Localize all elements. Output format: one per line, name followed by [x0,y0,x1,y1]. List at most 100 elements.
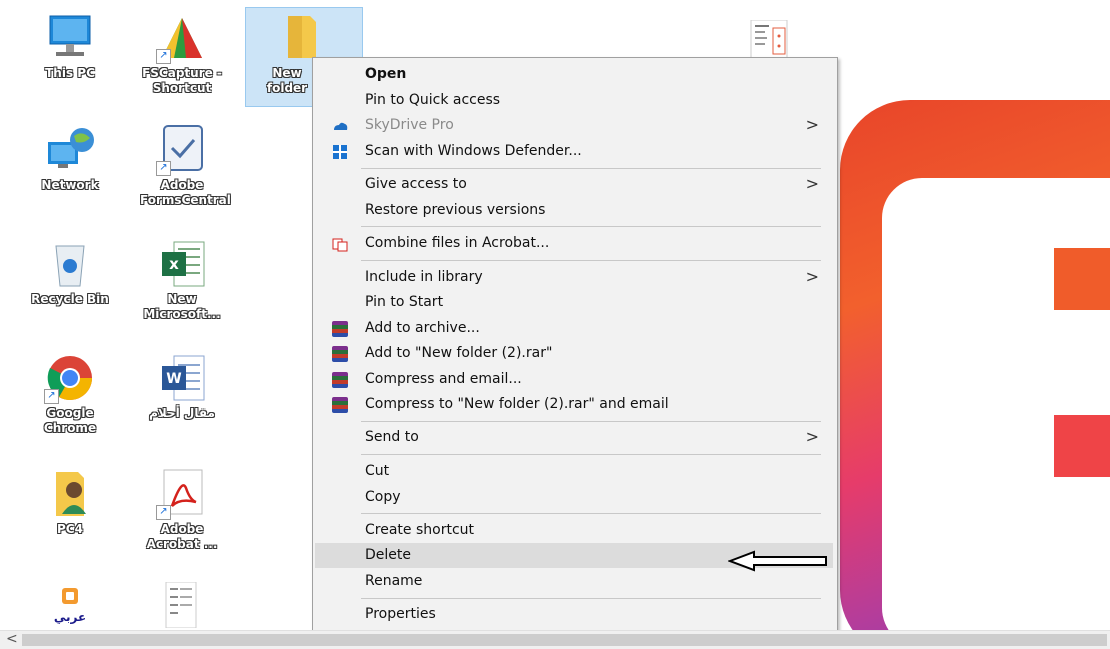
menu-item-open[interactable]: Open [315,62,833,87]
desktop-icon-document[interactable] [140,581,224,634]
menu-separator [361,226,821,227]
desktop-icon-label: Network [41,178,99,192]
document-icon [156,581,208,634]
this-pc-icon [44,12,96,64]
skydrive-icon [332,118,348,134]
menu-item-label: Delete [365,547,411,563]
desktop-icon-label: Google Chrome [43,406,97,435]
shortcut-arrow-icon: ↗ [156,505,171,520]
menu-item-label: Give access to [365,176,467,192]
desktop-icon-fscapture[interactable]: ↗ FSCapture - Shortcut [140,12,224,96]
scrollbar-thumb[interactable] [22,634,1107,646]
desktop-icon-arabic-doc[interactable]: W مقال أحلام [140,352,224,421]
menu-item-label: Open [365,66,407,82]
wallpaper-orange-block [1054,248,1110,310]
desktop-icon-new-excel[interactable]: x New Microsoft... [140,238,224,322]
menu-item-label: Pin to Quick access [365,92,501,108]
shortcut-arrow-icon: ↗ [44,389,59,404]
context-menu: Open Pin to Quick access SkyDrive Pro > … [312,57,838,632]
user-folder-icon [44,468,96,520]
desktop-icon-arabic-app[interactable]: عربي [28,582,112,625]
menu-item-label: Add to "New folder (2).rar" [365,345,553,361]
excel-icon: x [156,238,208,290]
menu-item-label: Rename [365,573,423,589]
menu-item-label: Cut [365,463,390,479]
menu-item-label: Compress and email... [365,371,522,387]
menu-item-label: Include in library [365,269,483,285]
menu-item-label: Add to archive... [365,320,480,336]
desktop-icon-adobe-formscentral[interactable]: ↗ Adobe FormsCentral [140,124,231,208]
acrobat-icon: ↗ [156,468,208,520]
arabic-app-icon [44,582,96,626]
network-icon [44,124,96,176]
menu-separator [361,168,821,169]
chrome-icon: ↗ [44,352,96,404]
menu-item-label: Properties [365,606,436,622]
winrar-icon [332,321,348,337]
desktop-icon-label: Adobe FormsCentral [140,178,231,207]
menu-item-pin-quick-access[interactable]: Pin to Quick access [315,88,833,113]
winrar-icon [332,397,348,413]
menu-item-add-archive[interactable]: Add to archive... [315,316,833,341]
desktop-icon-label: New Microsoft... [143,292,221,321]
menu-item-skydrive-pro[interactable]: SkyDrive Pro > [315,113,833,138]
menu-separator [361,421,821,422]
menu-item-copy[interactable]: Copy [315,485,833,510]
submenu-arrow-icon: > [805,267,819,286]
desktop-icon-network[interactable]: Network [28,124,112,193]
menu-separator [361,260,821,261]
wallpaper [820,60,1110,635]
menu-item-add-to-rar[interactable]: Add to "New folder (2).rar" [315,341,833,366]
menu-separator [361,454,821,455]
menu-item-properties[interactable]: Properties [315,602,833,627]
shortcut-arrow-icon: ↗ [156,161,171,176]
wallpaper-inner-panel [882,178,1110,635]
menu-item-scan-defender[interactable]: Scan with Windows Defender... [315,139,833,164]
desktop-icon-label: مقال أحلام [149,406,215,420]
recycle-bin-icon [44,238,96,290]
desktop-icon-recycle-bin[interactable]: Recycle Bin [28,238,112,307]
submenu-arrow-icon: > [805,115,819,134]
menu-separator [361,598,821,599]
formscentral-icon: ↗ [156,124,208,176]
menu-item-label: Create shortcut [365,522,475,538]
desktop-icon-google-chrome[interactable]: ↗ Google Chrome [28,352,112,436]
submenu-arrow-icon: > [805,174,819,193]
svg-text:W: W [166,371,181,387]
fscapture-icon: ↗ [156,12,208,64]
desktop-icon-adobe-acrobat[interactable]: ↗ Adobe Acrobat ... [140,468,224,552]
desktop-icon-label: Adobe Acrobat ... [146,522,218,551]
desktop-icon-pc4[interactable]: PC4 [28,468,112,537]
desktop-icon-label: FSCapture - Shortcut [142,66,222,95]
horizontal-scrollbar[interactable]: < [0,630,1110,649]
scroll-left-arrow-icon[interactable]: < [6,631,18,647]
menu-item-compress-email[interactable]: Compress and email... [315,367,833,392]
desktop-icon-label: New folder (2) [266,66,308,95]
menu-item-combine-acrobat[interactable]: Combine files in Acrobat... [315,231,833,256]
menu-item-label: Compress to "New folder (2).rar" and ema… [365,396,669,412]
desktop-icon-label: PC4 [57,522,83,536]
wallpaper-red-block [1054,415,1110,477]
annotation-arrow-icon [727,550,830,576]
menu-item-cut[interactable]: Cut [315,459,833,484]
desktop-icon-this-pc[interactable]: This PC [28,12,112,81]
menu-item-create-shortcut[interactable]: Create shortcut [315,518,833,543]
svg-text:x: x [169,255,179,273]
winrar-icon [332,346,348,362]
menu-item-give-access[interactable]: Give access to > [315,172,833,197]
menu-item-compress-rar-email[interactable]: Compress to "New folder (2).rar" and ema… [315,392,833,417]
submenu-arrow-icon: > [805,427,819,446]
menu-item-pin-start[interactable]: Pin to Start [315,290,833,315]
menu-item-label: Restore previous versions [365,202,546,218]
menu-item-restore-previous[interactable]: Restore previous versions [315,198,833,223]
menu-item-label: Combine files in Acrobat... [365,235,550,251]
desktop-icon-label: Recycle Bin [31,292,109,306]
menu-separator [361,513,821,514]
menu-item-label: Send to [365,429,419,445]
menu-item-send-to[interactable]: Send to > [315,425,833,450]
defender-icon [332,144,348,160]
desktop-icon-label: This PC [45,66,95,80]
word-icon: W [156,352,208,404]
menu-item-include-library[interactable]: Include in library > [315,265,833,290]
menu-item-label: SkyDrive Pro [365,117,454,133]
